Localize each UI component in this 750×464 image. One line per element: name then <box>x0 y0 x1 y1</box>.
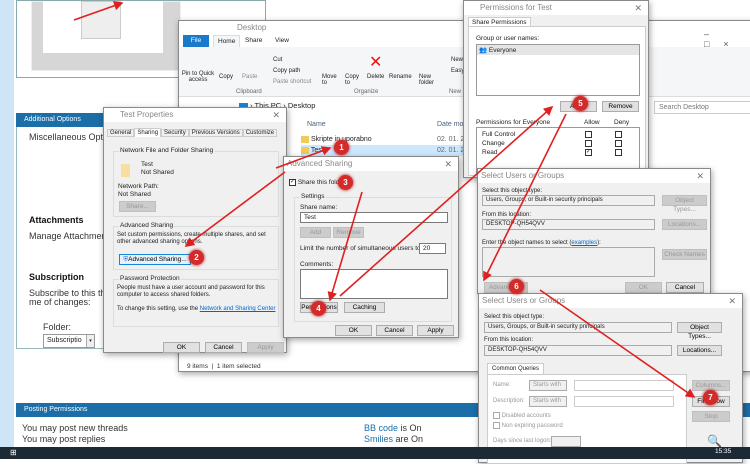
step-badge-1: 1 <box>334 140 349 155</box>
annotation-arrows <box>73 1 696 398</box>
arrow-5 <box>483 113 567 282</box>
taskbar: ⊞ 15:35 <box>0 447 750 459</box>
arrow-1 <box>275 146 332 169</box>
start-icon[interactable]: ⊞ <box>10 448 17 457</box>
clock[interactable]: 15:35 <box>715 448 731 455</box>
step-badge-3: 3 <box>338 175 353 190</box>
arrow-4 <box>339 105 554 297</box>
arrow-3 <box>327 191 363 302</box>
arrow-thumb <box>73 1 124 21</box>
step-badge-6: 6 <box>509 279 524 294</box>
arrow-6 <box>539 289 696 398</box>
step-badge-5: 5 <box>573 96 588 111</box>
step-badge-4: 4 <box>311 301 326 316</box>
step-badge-2: 2 <box>189 250 204 265</box>
arrow-2 <box>184 171 286 247</box>
step-badge-7: 7 <box>703 390 718 405</box>
